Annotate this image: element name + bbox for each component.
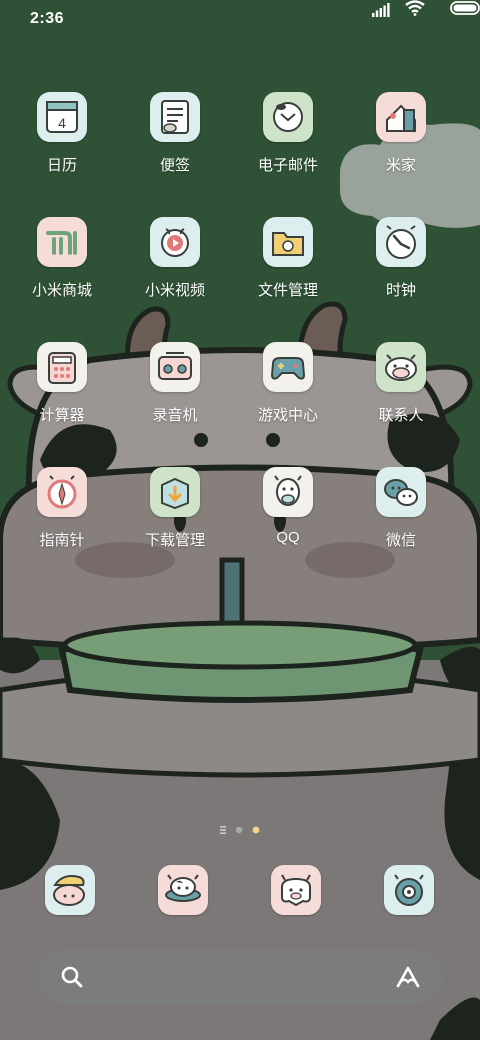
app-tile[interactable] (376, 467, 426, 517)
wechat-icon (384, 479, 418, 506)
app-tile[interactable]: 4 (37, 92, 87, 142)
app-label: 小米视频 (144, 282, 205, 299)
app-tile[interactable] (263, 92, 313, 142)
app-tile[interactable] (150, 92, 200, 142)
download-icon (161, 477, 189, 510)
status-time: 2:36 (30, 10, 65, 27)
app-notes[interactable]: 便签 (119, 92, 231, 202)
app-label: 游戏中心 (257, 407, 318, 424)
app-tile[interactable] (37, 217, 87, 267)
app-mijia-home[interactable]: 米家 (345, 92, 457, 202)
gamepad-icon (270, 357, 306, 380)
calendar-day-number: 4 (58, 115, 66, 131)
app-qq[interactable]: QQ (232, 467, 344, 577)
app-tile[interactable] (37, 467, 87, 517)
recorder-icon (158, 352, 192, 380)
app-label: 米家 (385, 157, 416, 174)
status-bar: 2:36 (0, 0, 480, 40)
clock-icon (386, 225, 416, 259)
mi-store-icon (46, 231, 77, 255)
app-email[interactable]: 电子邮件 (232, 92, 344, 202)
app-label: 电子邮件 (257, 157, 318, 174)
app-folder[interactable]: 文件管理 (232, 217, 344, 327)
page-dot (235, 826, 243, 834)
dock-app-messages-cow[interactable] (158, 865, 208, 915)
app-wechat[interactable]: 微信 (345, 467, 457, 577)
app-tile[interactable] (263, 342, 313, 392)
dock-app-browser-cow[interactable] (384, 865, 434, 915)
app-contacts-cow[interactable]: 联系人 (345, 342, 457, 452)
signal-icon (372, 3, 390, 17)
messages-cow-icon (165, 874, 201, 902)
app-gamepad[interactable]: 游戏中心 (232, 342, 344, 452)
app-label: 下载管理 (144, 532, 205, 549)
phone-cow-icon (53, 875, 85, 906)
wifi-icon (405, 0, 425, 16)
contacts-cow-icon (385, 354, 417, 381)
app-tile[interactable] (376, 92, 426, 142)
app-download[interactable]: 下载管理 (119, 467, 231, 577)
notes-icon (161, 100, 189, 134)
battery-icon (450, 1, 480, 15)
video-icon (161, 228, 189, 257)
mijia-home-icon (386, 104, 416, 132)
app-tile[interactable] (263, 467, 313, 517)
app-tile[interactable] (376, 342, 426, 392)
app-label: 便签 (159, 157, 190, 174)
search-icon[interactable] (60, 965, 84, 989)
app-video[interactable]: 小米视频 (119, 217, 231, 327)
app-label: 计算器 (39, 407, 85, 424)
app-tile[interactable] (37, 342, 87, 392)
app-tile[interactable] (150, 467, 200, 517)
app-label: 联系人 (378, 407, 424, 424)
page-dot-active (252, 826, 260, 834)
app-label: 微信 (385, 532, 416, 549)
dock-app-phone-cow[interactable] (45, 865, 95, 915)
search-bar[interactable] (38, 950, 442, 1004)
app-tile[interactable] (263, 217, 313, 267)
app-label: 小米商城 (31, 282, 92, 299)
dock-app-camera-cow[interactable] (271, 865, 321, 915)
app-label: 文件管理 (257, 282, 318, 299)
folder-icon (272, 232, 304, 256)
app-tile[interactable] (150, 342, 200, 392)
app-label: 指南针 (39, 532, 85, 549)
app-tile[interactable] (150, 217, 200, 267)
page-indicator[interactable] (218, 824, 268, 836)
app-calendar[interactable]: 4 日历 (6, 92, 118, 202)
app-label: 录音机 (152, 407, 198, 424)
app-recorder[interactable]: 录音机 (119, 342, 231, 452)
email-icon (273, 102, 303, 132)
page-list-indicator (220, 826, 226, 834)
app-label: 时钟 (385, 282, 416, 299)
app-tile[interactable] (376, 217, 426, 267)
app-label: 日历 (46, 157, 77, 174)
qq-icon (274, 475, 302, 506)
assistant-icon[interactable] (394, 964, 422, 990)
calendar-icon: 4 (46, 101, 78, 133)
compass-icon (47, 475, 77, 509)
app-mi-store[interactable]: 小米商城 (6, 217, 118, 327)
camera-cow-icon (281, 874, 311, 907)
app-calculator[interactable]: 计算器 (6, 342, 118, 452)
app-clock[interactable]: 时钟 (345, 217, 457, 327)
calculator-icon (48, 352, 76, 384)
app-compass[interactable]: 指南针 (6, 467, 118, 577)
app-label: QQ (276, 529, 300, 546)
browser-cow-icon (394, 874, 424, 906)
